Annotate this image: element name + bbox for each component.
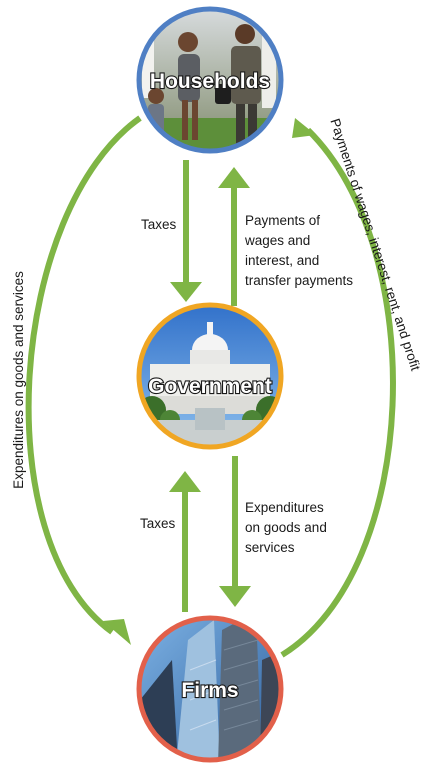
firms-node: Firms: [136, 615, 284, 763]
payments-label-line-1: Payments of: [245, 213, 320, 228]
arrow-household-expenditures-to-firms: [25, 115, 142, 645]
arrow-firm-payments-to-households: [280, 118, 396, 658]
firms-label: Firms: [181, 679, 238, 702]
payments-label-line-4: transfer payments: [245, 273, 353, 288]
taxes-households-label: Taxes: [141, 217, 177, 232]
households-label: Households: [150, 70, 270, 93]
firm-payments-label: Payments of wages, interest, rent, and p…: [327, 117, 421, 373]
gov-expenditures-line-2: on goods and: [245, 520, 327, 535]
taxes-firms-label: Taxes: [140, 516, 176, 531]
households-node: Households: [136, 6, 284, 154]
gov-expenditures-line-1: Expenditures: [245, 500, 324, 515]
payments-label-line-2: wages and: [244, 233, 310, 248]
household-expenditures-label: Expenditures on goods and services: [11, 271, 26, 489]
arrow-taxes-firms-to-government: [169, 471, 201, 612]
government-node: Government: [136, 302, 284, 450]
government-label: Government: [148, 375, 272, 398]
circular-flow-diagram: Taxes Payments of wages and interest, an…: [11, 6, 421, 763]
gov-expenditures-line-3: services: [245, 540, 295, 555]
payments-label-line-3: interest, and: [245, 253, 319, 268]
